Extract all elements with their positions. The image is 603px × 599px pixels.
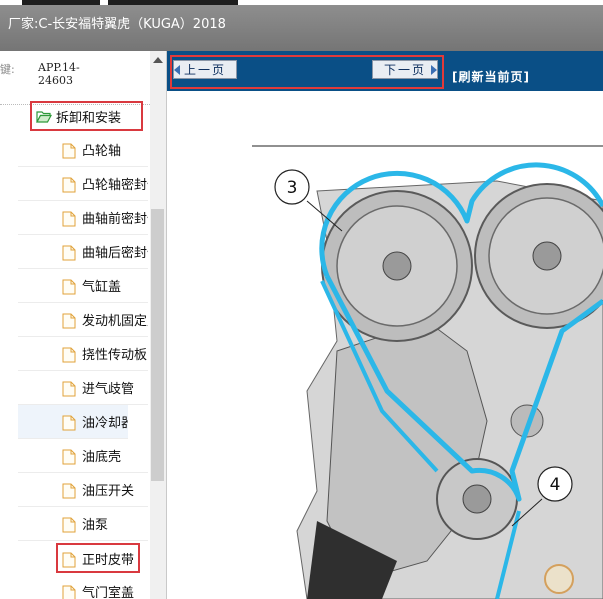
exhaust-cam-bolt	[532, 241, 562, 271]
document-icon	[62, 177, 76, 193]
watermark-badge	[544, 564, 574, 594]
tree-item[interactable]: 油底壳	[18, 439, 148, 473]
folder-label: 拆卸和安装	[56, 110, 122, 126]
title-bar: 厂家:C-长安福特翼虎（KUGA）2018	[0, 5, 603, 51]
arrow-left-icon	[174, 65, 180, 75]
tree-item[interactable]: 正时皮带	[56, 543, 140, 573]
arrow-right-icon	[431, 65, 437, 75]
sidebar-header-code: APP.14- 24603	[38, 61, 80, 87]
tree-item[interactable]: 油泵	[18, 507, 148, 541]
tree-item[interactable]: 曲轴后密封件	[18, 235, 148, 269]
next-page-button[interactable]: 下一页	[372, 60, 438, 79]
document-icon	[62, 279, 76, 295]
next-page-label: 下一页	[383, 63, 426, 77]
document-icon	[62, 211, 76, 227]
sidebar-code-line-2: 24603	[38, 74, 73, 87]
tree-item[interactable]: 进气歧管	[18, 371, 148, 405]
tree-item[interactable]: 油压开关	[18, 473, 148, 507]
callout-3: 3	[287, 178, 298, 198]
document-icon	[62, 381, 76, 397]
tree-item[interactable]: 油冷却器	[18, 405, 128, 439]
sidebar-header-left: 键:	[0, 63, 15, 76]
callout-4: 4	[550, 475, 561, 495]
document-icon	[62, 143, 76, 159]
sidebar-tree: 键: APP.14- 24603 拆卸和安装 凸轮轴凸轮轴密封件曲轴前密封件曲轴…	[0, 51, 167, 599]
document-icon	[62, 585, 76, 599]
document-icon	[62, 552, 76, 568]
scroll-up-arrow-icon[interactable]	[153, 57, 163, 63]
window-title: 厂家:C-长安福特翼虎（KUGA）2018	[8, 17, 226, 32]
document-icon	[62, 415, 76, 431]
tree-item[interactable]: 凸轮轴密封件	[18, 167, 148, 201]
prev-page-label: 上一页	[183, 63, 226, 77]
tree-folder-remove-install[interactable]: 拆卸和安装	[30, 101, 143, 131]
refresh-page-link[interactable]: [刷新当前页]	[452, 68, 530, 85]
document-icon	[62, 347, 76, 363]
tree-item[interactable]: 气门室盖	[18, 575, 148, 599]
tree-item[interactable]: 气缸盖	[18, 269, 148, 303]
tree-item[interactable]: 凸轮轴	[18, 133, 148, 167]
document-page: 3 4	[167, 91, 603, 599]
tree-item[interactable]: 发动机固定支架	[18, 303, 148, 337]
document-icon	[62, 483, 76, 499]
sidebar-code-line-1: APP.14-	[38, 61, 80, 74]
sidebar-scrollbar[interactable]	[150, 51, 166, 599]
crank-bolt	[462, 484, 492, 514]
scrollbar-thumb[interactable]	[151, 209, 164, 481]
document-icon	[62, 245, 76, 261]
document-icon	[62, 313, 76, 329]
content-pane: 上一页 下一页 [刷新当前页] 3 4	[167, 51, 603, 599]
folder-open-icon	[36, 110, 52, 123]
tree-item[interactable]: 挠性传动板	[18, 337, 148, 371]
prev-page-button[interactable]: 上一页	[173, 60, 237, 79]
tree-item[interactable]: 曲轴前密封件	[18, 201, 148, 235]
page-nav-bar: 上一页 下一页 [刷新当前页]	[167, 51, 603, 91]
intake-cam-bolt	[382, 251, 412, 281]
document-icon	[62, 517, 76, 533]
document-icon	[62, 449, 76, 465]
engine-timing-belt-diagram: 3 4	[252, 145, 603, 599]
